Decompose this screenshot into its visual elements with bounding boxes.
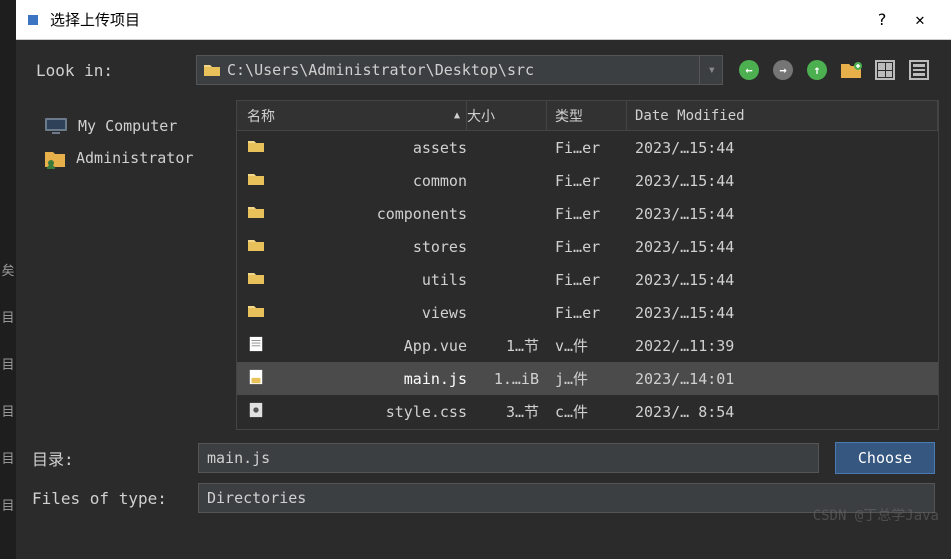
- folder-icon: [247, 303, 265, 323]
- up-button[interactable]: ↑: [805, 58, 829, 82]
- file-type: Fi…er: [547, 238, 627, 256]
- file-name: views: [422, 304, 467, 322]
- file-row[interactable]: assets Fi…er2023/…15:44: [237, 131, 938, 164]
- dir-input[interactable]: [198, 443, 819, 473]
- file-name: assets: [413, 139, 467, 157]
- file-size: 1…节: [467, 335, 547, 356]
- file-type: Fi…er: [547, 271, 627, 289]
- lookin-label: Look in:: [36, 61, 196, 80]
- file-type: Fi…er: [547, 172, 627, 190]
- icon-view-button[interactable]: [873, 58, 897, 82]
- file-list: 名称▲ 大小 类型 Date Modified assetsFi…er2023/…: [236, 100, 939, 430]
- folder-icon: [203, 62, 221, 78]
- back-button[interactable]: ←: [737, 58, 761, 82]
- sort-asc-icon: ▲: [454, 110, 460, 121]
- sidebar-item-label: My Computer: [78, 117, 177, 135]
- folder-icon: [247, 270, 265, 290]
- list-view-button[interactable]: [907, 58, 931, 82]
- file-type: c…件: [547, 401, 627, 422]
- file-name: components: [377, 205, 467, 223]
- places-sidebar: My Computer Administrator: [36, 100, 236, 430]
- window-title: 选择上传项目: [50, 9, 863, 30]
- file-type: j…件: [547, 368, 627, 389]
- file-icon: [247, 402, 265, 422]
- user-folder-icon: [44, 147, 66, 169]
- sidebar-item-mycomputer[interactable]: My Computer: [36, 110, 236, 142]
- file-row[interactable]: stores Fi…er2023/…15:44: [237, 230, 938, 263]
- choose-button[interactable]: Choose: [835, 442, 935, 474]
- file-icon: [247, 369, 265, 389]
- editor-gutter: 矣 目 目 目 目 目: [0, 0, 16, 559]
- file-date: 2023/…15:44: [627, 205, 938, 223]
- file-row[interactable]: utils Fi…er2023/…15:44: [237, 263, 938, 296]
- file-date: 2023/…15:44: [627, 238, 938, 256]
- file-name: stores: [413, 238, 467, 256]
- file-type: v…件: [547, 335, 627, 356]
- forward-button[interactable]: →: [771, 58, 795, 82]
- sidebar-item-administrator[interactable]: Administrator: [36, 142, 236, 174]
- file-row[interactable]: views Fi…er2023/…15:44: [237, 296, 938, 329]
- folder-icon: [247, 204, 265, 224]
- file-size: 3…节: [467, 401, 547, 422]
- app-icon: [28, 15, 38, 25]
- file-type: Fi…er: [547, 205, 627, 223]
- file-row[interactable]: App.vue1…节v…件2022/…11:39: [237, 329, 938, 362]
- file-date: 2023/…15:44: [627, 139, 938, 157]
- file-type: Fi…er: [547, 304, 627, 322]
- file-date: 2023/…15:44: [627, 271, 938, 289]
- filetype-combobox[interactable]: [198, 483, 935, 513]
- file-list-header: 名称▲ 大小 类型 Date Modified: [237, 101, 938, 131]
- file-size: 1.…iB: [467, 370, 547, 388]
- file-date: 2023/…15:44: [627, 304, 938, 322]
- folder-icon: [247, 237, 265, 257]
- column-header-date[interactable]: Date Modified: [627, 101, 938, 130]
- column-header-name[interactable]: 名称▲: [237, 101, 467, 130]
- folder-icon: [247, 171, 265, 191]
- computer-icon: [44, 117, 68, 135]
- path-combobox[interactable]: C:\Users\Administrator\Desktop\src ▾: [196, 55, 723, 85]
- file-row[interactable]: style.css3…节c…件2023/… 8:54: [237, 395, 938, 428]
- dir-label: 目录:: [32, 446, 190, 470]
- column-header-type[interactable]: 类型: [547, 101, 627, 130]
- file-date: 2023/…15:44: [627, 172, 938, 190]
- file-icon: [247, 336, 265, 356]
- column-header-size[interactable]: 大小: [467, 101, 547, 130]
- file-name: common: [413, 172, 467, 190]
- help-button[interactable]: ?: [863, 10, 901, 29]
- file-name: App.vue: [404, 337, 467, 355]
- close-button[interactable]: ✕: [901, 10, 939, 29]
- file-row[interactable]: components Fi…er2023/…15:44: [237, 197, 938, 230]
- file-name: utils: [422, 271, 467, 289]
- file-row[interactable]: common Fi…er2023/…15:44: [237, 164, 938, 197]
- sidebar-item-label: Administrator: [76, 149, 193, 167]
- folder-icon: [247, 138, 265, 158]
- file-name: main.js: [404, 370, 467, 388]
- file-row[interactable]: main.js1.…iBj…件2023/…14:01: [237, 362, 938, 395]
- file-date: 2023/… 8:54: [627, 403, 938, 421]
- file-date: 2023/…14:01: [627, 370, 938, 388]
- path-dropdown-icon[interactable]: ▾: [699, 56, 716, 84]
- titlebar: 选择上传项目 ? ✕: [16, 0, 951, 40]
- file-type: Fi…er: [547, 139, 627, 157]
- path-text: C:\Users\Administrator\Desktop\src: [227, 61, 699, 79]
- filetype-label: Files of type:: [32, 489, 190, 508]
- file-date: 2022/…11:39: [627, 337, 938, 355]
- new-folder-button[interactable]: [839, 58, 863, 82]
- file-name: style.css: [386, 403, 467, 421]
